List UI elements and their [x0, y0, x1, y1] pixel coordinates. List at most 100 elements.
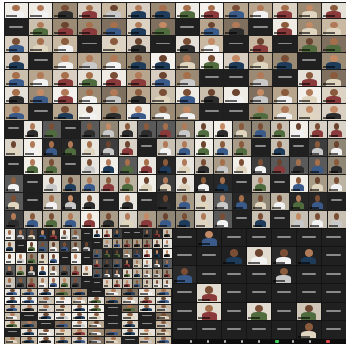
participant-video-tile[interactable] [105, 320, 122, 328]
participant-video-tile[interactable] [102, 248, 112, 258]
participant-video-tile[interactable] [28, 36, 53, 53]
mute-icon[interactable] [190, 340, 193, 343]
participant-video-tile[interactable] [162, 238, 172, 248]
participant-video-tile[interactable] [15, 252, 26, 264]
participant-video-tile[interactable] [77, 103, 102, 120]
participant-video-tile[interactable] [199, 69, 224, 86]
participant-video-tile[interactable] [70, 264, 81, 276]
chat-icon[interactable] [258, 340, 261, 343]
participant-video-tile[interactable] [81, 276, 92, 288]
participant-video-tile[interactable] [327, 138, 346, 156]
participant-video-tile[interactable] [175, 103, 199, 120]
participant-video-tile[interactable] [151, 36, 175, 53]
participant-video-tile[interactable] [232, 210, 251, 228]
participant-video-tile[interactable] [105, 288, 122, 296]
participant-video-tile[interactable] [112, 238, 122, 248]
participant-video-tile[interactable] [105, 328, 122, 336]
participant-video-tile[interactable] [247, 302, 271, 320]
participant-video-tile[interactable] [162, 248, 172, 258]
participant-video-tile[interactable] [321, 265, 346, 283]
participant-video-tile[interactable] [213, 156, 232, 174]
participant-video-tile[interactable] [122, 278, 132, 288]
participant-video-tile[interactable] [102, 19, 126, 36]
participant-video-tile[interactable] [289, 138, 308, 156]
participant-video-tile[interactable] [77, 19, 102, 36]
participant-video-tile[interactable] [296, 265, 321, 283]
participant-video-tile[interactable] [102, 278, 112, 288]
participant-video-tile[interactable] [289, 120, 308, 138]
participant-video-tile[interactable] [4, 276, 15, 288]
participant-video-tile[interactable] [38, 336, 54, 344]
participant-video-tile[interactable] [4, 336, 21, 344]
participant-video-tile[interactable] [37, 252, 48, 264]
participant-video-tile[interactable] [92, 258, 102, 268]
participant-video-tile[interactable] [102, 103, 126, 120]
participant-video-tile[interactable] [15, 276, 26, 288]
participant-video-tile[interactable] [155, 328, 172, 336]
participant-video-tile[interactable] [322, 36, 346, 53]
participant-video-tile[interactable] [21, 296, 38, 304]
participant-video-tile[interactable] [175, 120, 194, 138]
participant-video-tile[interactable] [248, 53, 273, 69]
participant-video-tile[interactable] [322, 103, 346, 120]
participant-video-tile[interactable] [151, 53, 175, 69]
participant-video-tile[interactable] [15, 264, 26, 276]
participant-video-tile[interactable] [222, 321, 247, 339]
participant-video-tile[interactable] [112, 228, 122, 238]
participant-video-tile[interactable] [23, 210, 42, 228]
participant-video-tile[interactable] [251, 120, 270, 138]
participant-video-tile[interactable] [152, 278, 162, 288]
participant-video-tile[interactable] [77, 2, 102, 19]
participant-video-tile[interactable] [61, 156, 80, 174]
participants-icon[interactable] [241, 340, 244, 343]
participant-video-tile[interactable] [28, 103, 53, 120]
participant-video-tile[interactable] [175, 156, 194, 174]
participant-video-tile[interactable] [297, 36, 322, 53]
participant-video-tile[interactable] [322, 53, 346, 69]
participant-video-tile[interactable] [122, 258, 132, 268]
participant-video-tile[interactable] [61, 174, 80, 192]
participant-video-tile[interactable] [61, 210, 80, 228]
participant-video-tile[interactable] [4, 210, 23, 228]
participant-video-tile[interactable] [4, 192, 23, 210]
participant-video-tile[interactable] [273, 19, 297, 36]
participant-video-tile[interactable] [172, 265, 197, 283]
participant-video-tile[interactable] [126, 103, 151, 120]
participant-video-tile[interactable] [155, 320, 172, 328]
participant-video-tile[interactable] [54, 296, 71, 304]
participant-video-tile[interactable] [28, 2, 53, 19]
participant-video-tile[interactable] [224, 2, 248, 19]
participant-video-tile[interactable] [213, 192, 232, 210]
participant-video-tile[interactable] [138, 312, 155, 320]
participant-video-tile[interactable] [23, 138, 42, 156]
participant-video-tile[interactable] [4, 304, 21, 312]
participant-video-tile[interactable] [38, 304, 54, 312]
participant-video-tile[interactable] [322, 19, 346, 36]
participant-video-tile[interactable] [224, 103, 248, 120]
participant-video-tile[interactable] [71, 320, 88, 328]
participant-video-tile[interactable] [132, 238, 142, 248]
participant-video-tile[interactable] [70, 252, 81, 264]
participant-video-tile[interactable] [308, 138, 327, 156]
participant-video-tile[interactable] [71, 296, 88, 304]
participant-video-tile[interactable] [61, 138, 80, 156]
participant-video-tile[interactable] [273, 2, 297, 19]
participant-video-tile[interactable] [54, 304, 71, 312]
participant-video-tile[interactable] [26, 240, 37, 252]
participant-video-tile[interactable] [296, 228, 321, 246]
participant-video-tile[interactable] [224, 69, 248, 86]
participant-video-tile[interactable] [122, 312, 138, 320]
participant-video-tile[interactable] [37, 240, 48, 252]
participant-video-tile[interactable] [122, 304, 138, 312]
participant-video-tile[interactable] [126, 2, 151, 19]
share-screen-icon[interactable] [275, 340, 279, 343]
participant-video-tile[interactable] [26, 228, 37, 240]
participant-video-tile[interactable] [48, 228, 59, 240]
participant-video-tile[interactable] [99, 138, 118, 156]
participant-video-tile[interactable] [156, 210, 175, 228]
participant-video-tile[interactable] [112, 248, 122, 258]
participant-video-tile[interactable] [38, 320, 54, 328]
participant-video-tile[interactable] [321, 228, 346, 246]
participant-video-tile[interactable] [81, 264, 92, 276]
participant-video-tile[interactable] [99, 156, 118, 174]
